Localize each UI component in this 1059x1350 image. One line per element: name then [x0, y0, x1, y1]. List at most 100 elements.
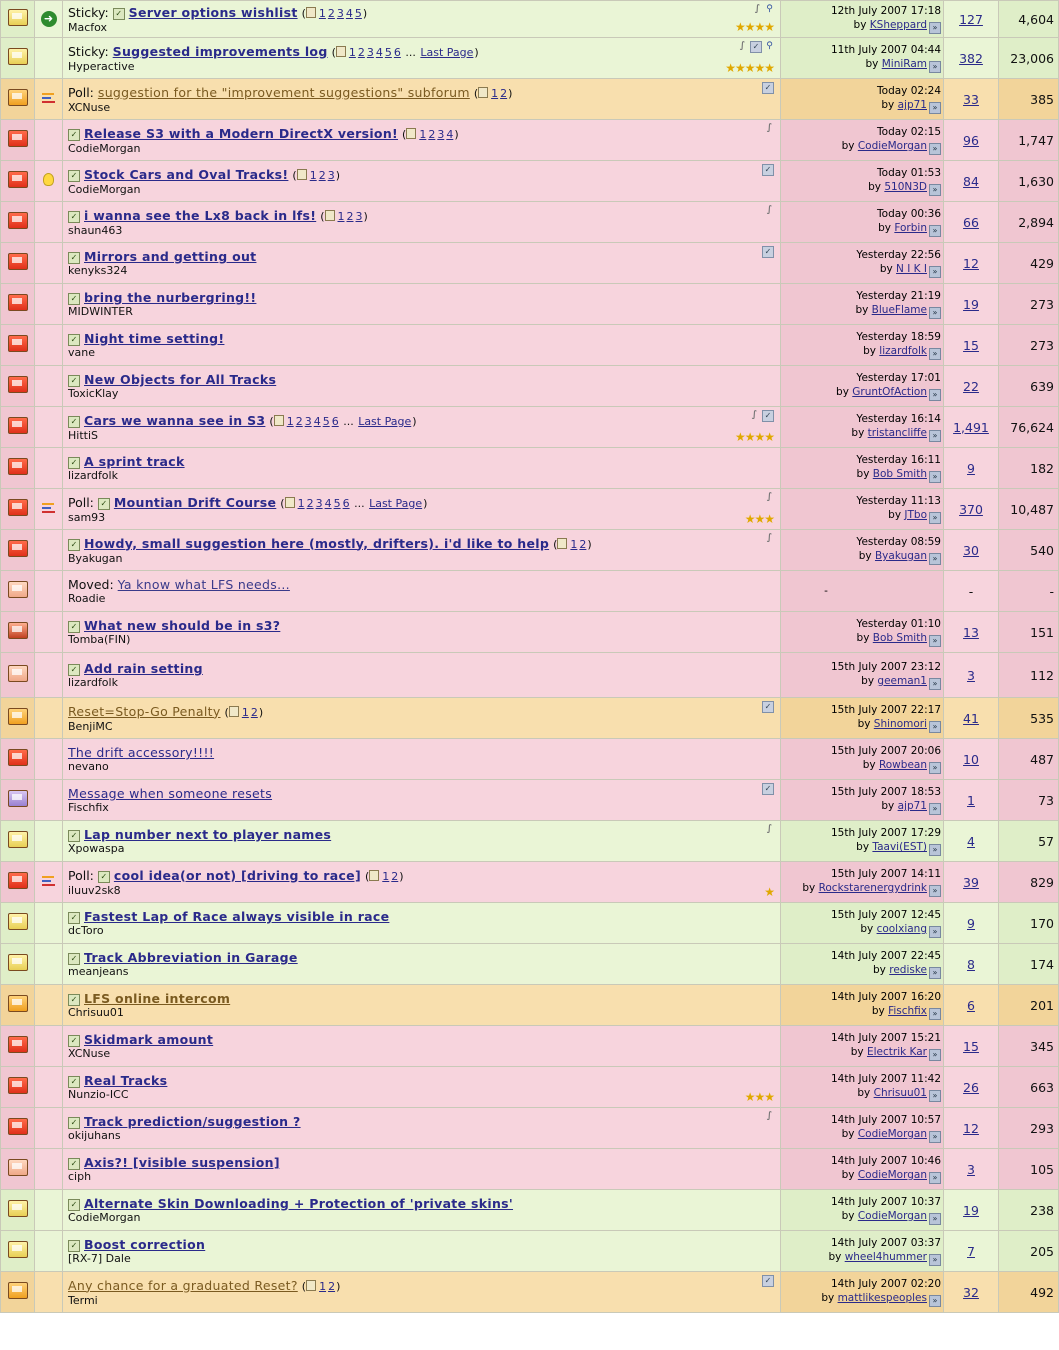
page-link[interactable]: 4	[376, 46, 383, 59]
last-post-user-link[interactable]: wheel4hummer	[845, 1251, 927, 1263]
reply-count-link[interactable]: 4	[967, 834, 975, 849]
reply-count-link[interactable]: 84	[963, 174, 979, 189]
go-to-last-post-icon[interactable]: »	[929, 844, 941, 856]
thread-title-link[interactable]: Server options wishlist	[129, 5, 298, 20]
thread-title-link[interactable]: cool idea(or not) [driving to race]	[114, 868, 361, 883]
thread-checkbox-icon[interactable]: ✓	[68, 664, 80, 676]
go-to-last-post-icon[interactable]: »	[929, 22, 941, 34]
go-to-last-post-icon[interactable]: »	[929, 307, 941, 319]
thread-checkbox-icon[interactable]: ✓	[68, 621, 80, 633]
thread-checkbox-icon[interactable]: ✓	[112, 7, 125, 20]
reply-count-link[interactable]: 10	[963, 752, 979, 767]
reply-count-link[interactable]: 32	[963, 1285, 979, 1300]
page-link[interactable]: 3	[305, 415, 312, 428]
last-post-user-link[interactable]: geeman1	[877, 675, 927, 687]
go-to-last-post-icon[interactable]: »	[929, 266, 941, 278]
thread-checkbox-icon[interactable]: ✓	[68, 994, 80, 1006]
reply-count-link[interactable]: 12	[963, 256, 979, 271]
thread-title-link[interactable]: A sprint track	[84, 454, 185, 469]
thread-checkbox-icon[interactable]: ✓	[68, 252, 80, 264]
go-to-last-post-icon[interactable]: »	[929, 1049, 941, 1061]
page-link[interactable]: 3	[337, 7, 344, 20]
thread-title-link[interactable]: Release S3 with a Modern DirectX version…	[84, 126, 398, 141]
thread-checkbox-icon[interactable]: ✓	[97, 497, 110, 510]
reply-count-link[interactable]: 382	[959, 51, 983, 66]
thread-title-link[interactable]: suggestion for the "improvement suggesti…	[98, 85, 470, 100]
thread-checkbox-icon[interactable]: ✓	[68, 912, 80, 924]
page-link[interactable]: 2	[328, 1280, 335, 1293]
page-link[interactable]: 2	[347, 210, 354, 223]
last-post-user-link[interactable]: Rockstarenergydrink	[819, 882, 927, 894]
page-link[interactable]: 4	[314, 415, 321, 428]
go-to-last-post-icon[interactable]: »	[929, 885, 941, 897]
reply-count-link[interactable]: 9	[967, 461, 975, 476]
last-post-user-link[interactable]: CodieMorgan	[858, 140, 927, 152]
reply-count-link[interactable]: 39	[963, 875, 979, 890]
reply-count-link[interactable]: 33	[963, 92, 979, 107]
page-link[interactable]: 3	[316, 497, 323, 510]
reply-count-link[interactable]: 13	[963, 625, 979, 640]
page-link[interactable]: 2	[296, 415, 303, 428]
go-to-last-post-icon[interactable]: »	[929, 430, 941, 442]
page-link[interactable]: 3	[367, 46, 374, 59]
thread-checkbox-icon[interactable]: ✓	[68, 538, 80, 551]
thread-title-link[interactable]: What new should be in s3?	[84, 618, 280, 633]
thread-checkbox-icon[interactable]: ✓	[68, 953, 80, 965]
reply-count-link[interactable]: 19	[963, 297, 979, 312]
thread-title-link[interactable]: Reset=Stop-Go Penalty	[68, 704, 221, 719]
page-link[interactable]: 1	[491, 87, 498, 100]
thread-title-link[interactable]: Howdy, small suggestion here (mostly, dr…	[84, 536, 549, 551]
page-link[interactable]: 1	[319, 1280, 326, 1293]
go-to-last-post-icon[interactable]: »	[929, 1254, 941, 1266]
thread-title-link[interactable]: Skidmark amount	[84, 1032, 213, 1047]
last-page-link[interactable]: Last Page	[369, 497, 422, 510]
reply-count-link[interactable]: 8	[967, 957, 975, 972]
thread-title-link[interactable]: Message when someone resets	[68, 786, 272, 801]
page-link[interactable]: 6	[343, 497, 350, 510]
page-link[interactable]: 2	[500, 87, 507, 100]
page-link[interactable]: 2	[307, 497, 314, 510]
last-post-user-link[interactable]: Rowbean	[879, 759, 927, 771]
thread-checkbox-icon[interactable]: ✓	[97, 870, 110, 883]
go-to-last-post-icon[interactable]: »	[929, 512, 941, 524]
thread-checkbox-icon[interactable]: ✓	[68, 1117, 80, 1129]
go-to-last-post-icon[interactable]: »	[929, 471, 941, 483]
page-link[interactable]: 6	[394, 46, 401, 59]
last-page-link[interactable]: Last Page	[358, 415, 411, 428]
page-link[interactable]: 2	[391, 870, 398, 883]
thread-title-link[interactable]: Mirrors and getting out	[84, 249, 256, 264]
page-link[interactable]: 1	[419, 128, 426, 141]
last-post-user-link[interactable]: CodieMorgan	[858, 1210, 927, 1222]
thread-title-link[interactable]: i wanna see the Lx8 back in lfs!	[84, 208, 316, 223]
go-to-last-post-icon[interactable]: »	[929, 143, 941, 155]
thread-checkbox-icon[interactable]: ✓	[68, 1199, 80, 1211]
go-to-last-post-icon[interactable]: »	[929, 1295, 941, 1307]
page-link[interactable]: 2	[319, 169, 326, 182]
thread-checkbox-icon[interactable]: ✓	[68, 457, 80, 469]
reply-count-link[interactable]: 26	[963, 1080, 979, 1095]
page-link[interactable]: 5	[385, 46, 392, 59]
go-to-last-post-icon[interactable]: »	[929, 1131, 941, 1143]
thread-checkbox-icon[interactable]: ✓	[68, 210, 80, 223]
thread-checkbox-icon[interactable]: ✓	[68, 293, 80, 305]
thread-title-link[interactable]: Night time setting!	[84, 331, 224, 346]
thread-title-link[interactable]: Ya know what LFS needs...	[118, 577, 290, 592]
thread-checkbox-icon[interactable]: ✓	[68, 830, 80, 842]
page-link[interactable]: 5	[355, 7, 362, 20]
thread-title-link[interactable]: Track Abbreviation in Garage	[84, 950, 298, 965]
reply-count-link[interactable]: 96	[963, 133, 979, 148]
last-post-user-link[interactable]: Chrisuu01	[874, 1087, 927, 1099]
reply-count-link[interactable]: 9	[967, 916, 975, 931]
thread-title-link[interactable]: LFS online intercom	[84, 991, 230, 1006]
reply-count-link[interactable]: 66	[963, 215, 979, 230]
reply-count-link[interactable]: 12	[963, 1121, 979, 1136]
go-to-last-post-icon[interactable]: »	[929, 225, 941, 237]
last-post-user-link[interactable]: CodieMorgan	[858, 1128, 927, 1140]
thread-checkbox-icon[interactable]: ✓	[68, 334, 80, 346]
page-link[interactable]: 1	[310, 169, 317, 182]
thread-checkbox-icon[interactable]: ✓	[68, 1240, 80, 1252]
page-link[interactable]: 2	[251, 706, 258, 719]
thread-title-link[interactable]: Add rain setting	[84, 661, 203, 676]
go-to-last-post-icon[interactable]: »	[929, 762, 941, 774]
thread-title-link[interactable]: Track prediction/suggestion ?	[84, 1114, 301, 1129]
